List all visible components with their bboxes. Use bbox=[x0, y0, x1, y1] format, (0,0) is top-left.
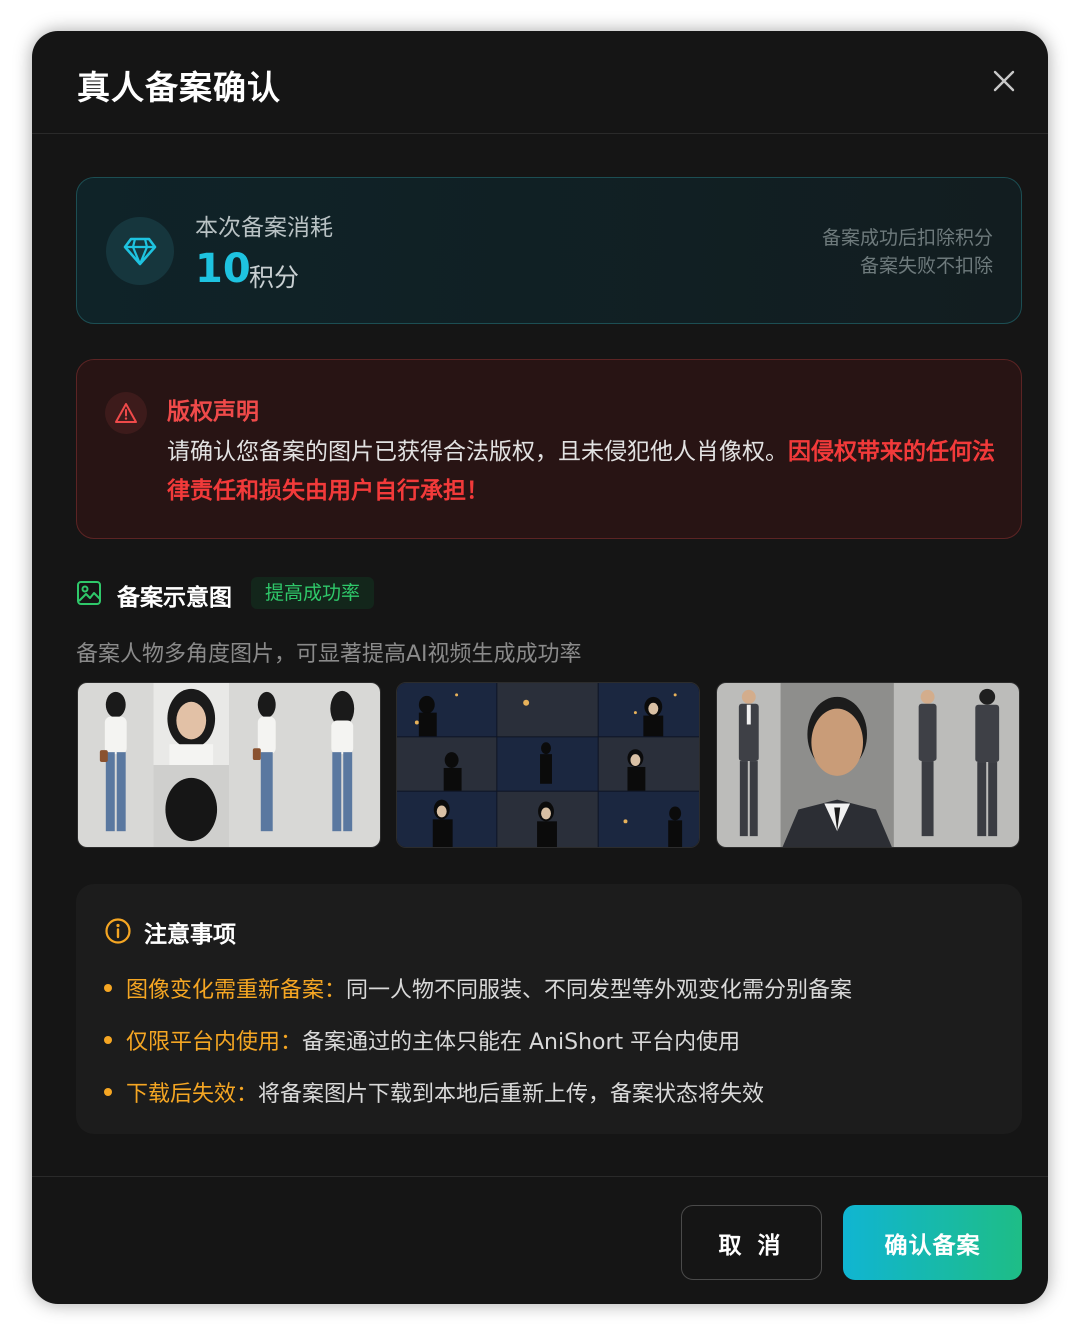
bullet-icon bbox=[104, 984, 112, 992]
bullet-icon bbox=[104, 1088, 112, 1096]
footer-divider bbox=[32, 1176, 1048, 1177]
confirm-record-button[interactable]: 确认备案 bbox=[843, 1205, 1022, 1280]
note-text: 同一人物不同服装、不同发型等外观变化需分别备案 bbox=[346, 978, 853, 1003]
example-title: 备案示意图 bbox=[117, 585, 232, 611]
copyright-title: 版权声明 bbox=[167, 399, 259, 425]
image-icon bbox=[77, 581, 101, 605]
cost-value: 10 bbox=[195, 246, 251, 292]
success-rate-badge: 提高成功率 bbox=[251, 577, 375, 609]
dialog-title: 真人备案确认 bbox=[77, 68, 281, 107]
warning-icon-badge bbox=[105, 392, 147, 434]
note-item: 下载后失效：将备案图片下载到本地后重新上传，备案状态将失效 bbox=[104, 1076, 764, 1108]
record-confirm-dialog: 真人备案确认 本次备案消耗 10 积分 备案成功后扣除积分 备案失败不扣除 版权… bbox=[32, 31, 1048, 1304]
note-key: 图像变化需重新备案： bbox=[126, 978, 347, 1003]
info-icon bbox=[105, 918, 131, 944]
copyright-notice-card: 版权声明 请确认您备案的图片已获得合法版权，且未侵犯他人肖像权。因侵权带来的任何… bbox=[76, 359, 1022, 539]
note-item: 图像变化需重新备案：同一人物不同服装、不同发型等外观变化需分别备案 bbox=[104, 972, 852, 1004]
copyright-body: 请确认您备案的图片已获得合法版权，且未侵犯他人肖像权。因侵权带来的任何法律责任和… bbox=[167, 433, 997, 511]
man-reference-thumbnail bbox=[716, 682, 1020, 848]
night-scene-thumbnail bbox=[396, 682, 700, 848]
face-closeup bbox=[167, 688, 216, 765]
notes-title: 注意事项 bbox=[144, 922, 236, 948]
note-key: 仅限平台内使用： bbox=[126, 1030, 303, 1055]
dialog-header: 真人备案确认 bbox=[32, 31, 1048, 134]
cost-card: 本次备案消耗 10 积分 备案成功后扣除积分 备案失败不扣除 bbox=[76, 177, 1022, 324]
copyright-body-text: 请确认您备案的图片已获得合法版权，且未侵犯他人肖像权。 bbox=[167, 439, 788, 465]
woman-reference-thumbnail bbox=[77, 682, 381, 848]
note-item: 仅限平台内使用：备案通过的主体只能在 AniShort 平台内使用 bbox=[104, 1024, 740, 1056]
note-key: 下载后失效： bbox=[126, 1082, 259, 1107]
notes-card: 注意事项 图像变化需重新备案：同一人物不同服装、不同发型等外观变化需分别备案 仅… bbox=[76, 884, 1022, 1134]
note-text: 将备案图片下载到本地后重新上传，备案状态将失效 bbox=[258, 1082, 765, 1107]
cost-note-line2: 备案失败不扣除 bbox=[859, 255, 993, 277]
bullet-icon bbox=[104, 1036, 112, 1044]
cost-note-line1: 备案成功后扣除积分 bbox=[821, 227, 993, 249]
diamond-icon-badge bbox=[106, 217, 174, 285]
warning-triangle-icon bbox=[115, 403, 137, 423]
cost-label: 本次备案消耗 bbox=[195, 215, 333, 241]
cost-unit: 积分 bbox=[249, 263, 300, 292]
note-text: 备案通过的主体只能在 AniShort 平台内使用 bbox=[302, 1030, 741, 1055]
close-icon[interactable] bbox=[990, 67, 1018, 95]
cancel-button[interactable]: 取 消 bbox=[681, 1205, 822, 1280]
diamond-icon bbox=[123, 237, 157, 266]
example-description: 备案人物多角度图片，可显著提高AI视频生成成功率 bbox=[76, 642, 582, 667]
cost-note: 备案成功后扣除积分 备案失败不扣除 bbox=[822, 224, 993, 280]
